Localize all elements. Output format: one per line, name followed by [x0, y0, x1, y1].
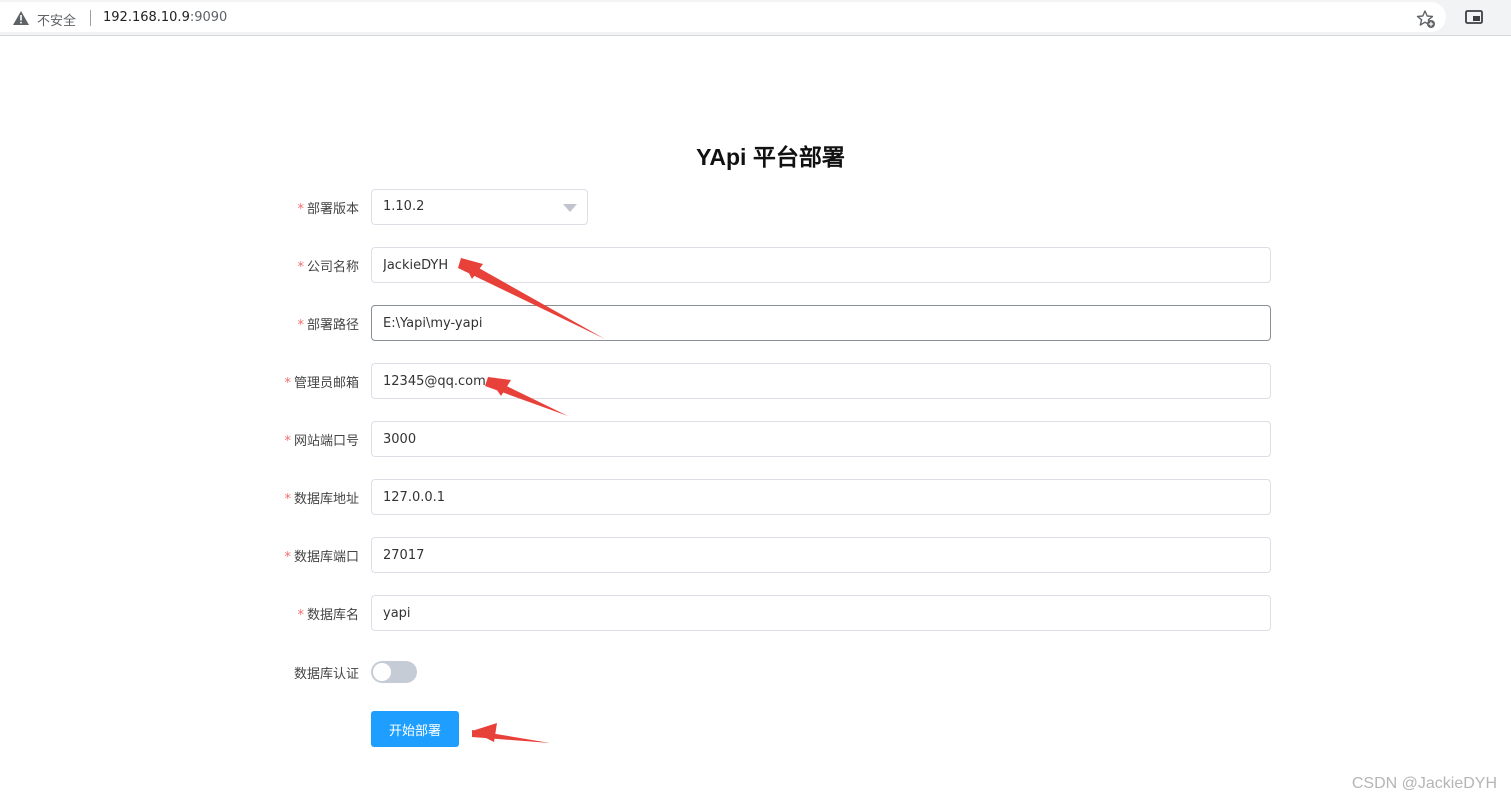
db-auth-label: 数据库认证	[293, 667, 359, 682]
form-row-db-host: * 数据库地址	[200, 479, 1271, 515]
db-name-input[interactable]	[371, 595, 1271, 631]
email-label-text: 管理员邮箱	[293, 376, 359, 391]
path-label-text: 部署路径	[306, 318, 359, 333]
form-row-path: * 部署路径	[200, 305, 1271, 341]
form-row-db-port: * 数据库端口	[200, 537, 1271, 573]
company-name-input[interactable]	[371, 247, 1271, 283]
port-label: * 网站端口号	[284, 430, 359, 449]
db-port-input[interactable]	[371, 537, 1271, 573]
form-row-email: * 管理员邮箱	[200, 363, 1271, 399]
admin-email-input[interactable]	[371, 363, 1271, 399]
form-row-company: * 公司名称	[200, 247, 1271, 283]
company-label-text: 公司名称	[306, 260, 359, 275]
required-mark: *	[297, 202, 304, 217]
csdn-watermark: CSDN @JackieDYH	[1351, 775, 1497, 792]
page-title: YApi 平台部署	[696, 144, 845, 170]
db-host-input[interactable]	[371, 479, 1271, 515]
deploy-path-input[interactable]	[371, 305, 1271, 341]
picture-in-picture-icon[interactable]	[1464, 9, 1484, 25]
bookmark-star-icon[interactable]	[1416, 9, 1436, 29]
warning-icon[interactable]	[13, 11, 29, 25]
db-port-label-text: 数据库端口	[293, 550, 359, 565]
form-row-db-name: * 数据库名	[200, 595, 1271, 631]
port-label-text: 网站端口号	[293, 434, 359, 449]
address-bar[interactable]: 不安全 192.168.10.9:9090	[0, 2, 1446, 32]
form-row-db-auth: 数据库认证	[200, 654, 1271, 690]
db-name-label-text: 数据库名	[306, 608, 359, 623]
db-port-label: * 数据库端口	[284, 546, 359, 565]
email-label: * 管理员邮箱	[284, 372, 359, 391]
form-row-version: * 部署版本 1.10.2	[200, 189, 1271, 225]
company-label: * 公司名称	[297, 256, 359, 275]
annotation-arrow-submit	[472, 723, 550, 743]
form-row-port: * 网站端口号	[200, 421, 1271, 457]
version-select[interactable]: 1.10.2	[371, 189, 588, 225]
db-name-label: * 数据库名	[297, 604, 359, 623]
address-divider	[90, 10, 91, 26]
required-mark: *	[284, 434, 291, 449]
url-text[interactable]: 192.168.10.9:9090	[103, 10, 227, 25]
version-selected-value: 1.10.2	[383, 199, 425, 214]
db-auth-toggle[interactable]	[371, 661, 417, 683]
db-host-label-text: 数据库地址	[293, 492, 359, 507]
security-status[interactable]: 不安全	[37, 10, 76, 29]
db-host-label: * 数据库地址	[284, 488, 359, 507]
required-mark: *	[284, 550, 291, 565]
toggle-knob	[373, 663, 391, 681]
required-mark: *	[284, 492, 291, 507]
url-port: :9090	[189, 10, 228, 25]
url-host: 192.168.10.9	[103, 10, 190, 25]
browser-toolbar: 不安全 192.168.10.9:9090	[0, 0, 1511, 36]
site-port-input[interactable]	[371, 421, 1271, 457]
version-label-text: 部署版本	[306, 202, 359, 217]
required-mark: *	[284, 376, 291, 391]
required-mark: *	[297, 318, 304, 333]
chevron-down-icon[interactable]	[563, 204, 577, 212]
version-label: * 部署版本	[297, 198, 359, 217]
required-mark: *	[297, 260, 304, 275]
required-mark: *	[297, 608, 304, 623]
start-deploy-button[interactable]: 开始部署	[371, 711, 459, 747]
path-label: * 部署路径	[297, 314, 359, 333]
